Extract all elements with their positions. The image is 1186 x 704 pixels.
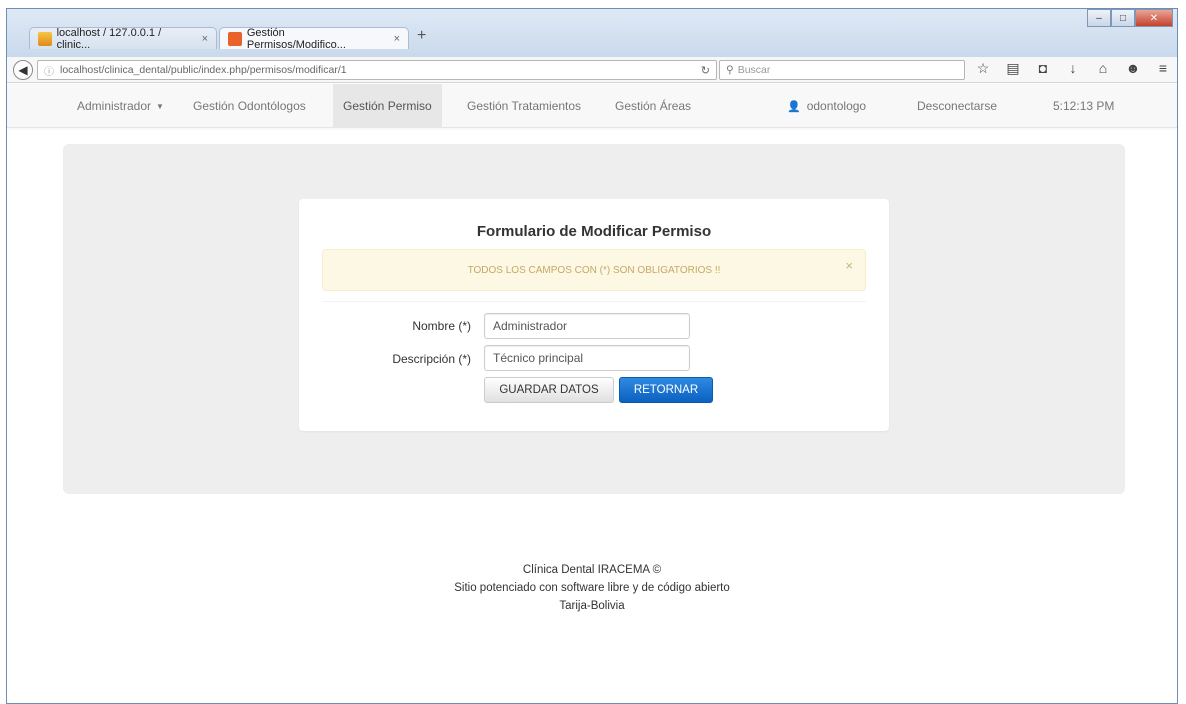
download-icon[interactable]: ↓ <box>1065 60 1081 77</box>
save-button[interactable]: GUARDAR DATOS <box>484 377 614 403</box>
nav-gestion-tratamientos[interactable]: Gestión Tratamientos <box>457 84 591 128</box>
nav-gestion-permiso[interactable]: Gestión Permiso <box>333 84 442 128</box>
nav-gestion-odontologos[interactable]: Gestión Odontólogos <box>183 84 316 128</box>
url-text: localhost/clinica_dental/public/index.ph… <box>60 64 347 76</box>
reading-list-icon[interactable]: ▤ <box>1005 60 1021 77</box>
browser-tab-phpmyadmin[interactable]: localhost / 127.0.0.1 / clinic... × <box>29 26 217 51</box>
search-bar[interactable]: ⚲ Buscar <box>719 60 965 80</box>
pocket-icon[interactable]: ◘ <box>1035 60 1051 77</box>
nav-clock: 5:12:13 PM <box>1043 84 1124 128</box>
nav-logout[interactable]: Desconectarse <box>907 84 1007 128</box>
phpmyadmin-icon <box>38 31 52 46</box>
logout-label: Desconectarse <box>917 99 998 113</box>
back-arrow-icon: ◀ <box>18 63 28 77</box>
return-button[interactable]: RETORNAR <box>619 377 713 403</box>
alert-close-icon[interactable]: × <box>845 258 853 273</box>
hello-icon[interactable]: ☻ <box>1125 60 1141 77</box>
browser-window: localhost / 127.0.0.1 / clinic... × Gest… <box>6 8 1178 704</box>
nav-label: Gestión Odontólogos <box>193 99 306 113</box>
form-title: Formulario de Modificar Permiso <box>476 223 712 240</box>
caret-down-icon: ▼ <box>156 101 164 111</box>
nav-label: Gestión Tratamientos <box>467 99 582 113</box>
nav-label: Gestión Áreas <box>615 99 692 113</box>
url-bar[interactable]: ⓘ localhost/clinica_dental/public/index.… <box>37 60 717 80</box>
search-placeholder: Buscar <box>737 64 771 76</box>
app-navbar: Administrador ▼ Gestión Odontólogos Gest… <box>7 84 1177 128</box>
site-info-icon: ⓘ <box>44 66 54 78</box>
user-icon: 👤 <box>787 100 801 113</box>
browser-navbar: ◀ ⓘ localhost/clinica_dental/public/inde… <box>7 57 1177 83</box>
nombre-field[interactable] <box>484 313 690 339</box>
nav-gestion-areas[interactable]: Gestión Áreas <box>605 84 701 128</box>
footer-line-location: Tarija-Bolivia <box>559 600 625 612</box>
window-controls: – □ ✕ <box>1087 9 1173 27</box>
nav-user[interactable]: 👤 odontologo <box>777 84 876 128</box>
maximize-button[interactable]: □ <box>1111 9 1135 27</box>
required-fields-alert: TODOS LOS CAMPOS CON (*) SON OBLIGATORIO… <box>322 249 866 291</box>
footer-line-software: Sitio potenciado con software libre y de… <box>454 582 730 594</box>
tab-close-icon[interactable]: × <box>394 33 400 45</box>
clock-time: 5:12:13 PM <box>1053 99 1115 113</box>
divider <box>322 301 866 302</box>
tab-title: localhost / 127.0.0.1 / clinic... <box>56 26 162 51</box>
back-button[interactable]: ◀ <box>13 60 33 80</box>
nombre-label: Nombre (*) <box>412 319 471 333</box>
form-panel: Formulario de Modificar Permiso TODOS LO… <box>299 199 889 431</box>
descripcion-label: Descripción (*) <box>392 352 471 366</box>
descripcion-field[interactable] <box>484 345 690 371</box>
nav-label: Gestión Permiso <box>343 99 432 113</box>
browser-toolbar: ☆ ▤ ◘ ↓ ⌂ ☻ ≡ <box>975 60 1171 77</box>
alert-text: TODOS LOS CAMPOS CON (*) SON OBLIGATORIO… <box>467 264 721 276</box>
app-favicon-icon <box>228 31 242 46</box>
browser-titlebar: localhost / 127.0.0.1 / clinic... × Gest… <box>7 9 1177 57</box>
tab-close-icon[interactable]: × <box>202 33 208 45</box>
reload-icon[interactable]: ↻ <box>701 64 710 77</box>
page-footer: Clínica Dental IRACEMA © Sitio potenciad… <box>7 561 1177 615</box>
close-window-button[interactable]: ✕ <box>1135 9 1173 27</box>
nav-administrador-dropdown[interactable]: Administrador ▼ <box>67 84 174 128</box>
minimize-button[interactable]: – <box>1087 9 1111 27</box>
browser-tab-permisos[interactable]: Gestión Permisos/Modifico... × <box>219 26 409 51</box>
menu-icon[interactable]: ≡ <box>1155 60 1171 77</box>
search-icon: ⚲ <box>726 64 734 76</box>
user-name: odontologo <box>806 99 867 113</box>
tab-title: Gestión Permisos/Modifico... <box>246 26 346 51</box>
nav-label: Administrador <box>77 99 152 113</box>
footer-line-clinic: Clínica Dental IRACEMA © <box>522 564 662 576</box>
bookmark-star-icon[interactable]: ☆ <box>975 60 991 77</box>
home-icon[interactable]: ⌂ <box>1095 60 1111 77</box>
new-tab-button[interactable]: + <box>417 27 426 45</box>
